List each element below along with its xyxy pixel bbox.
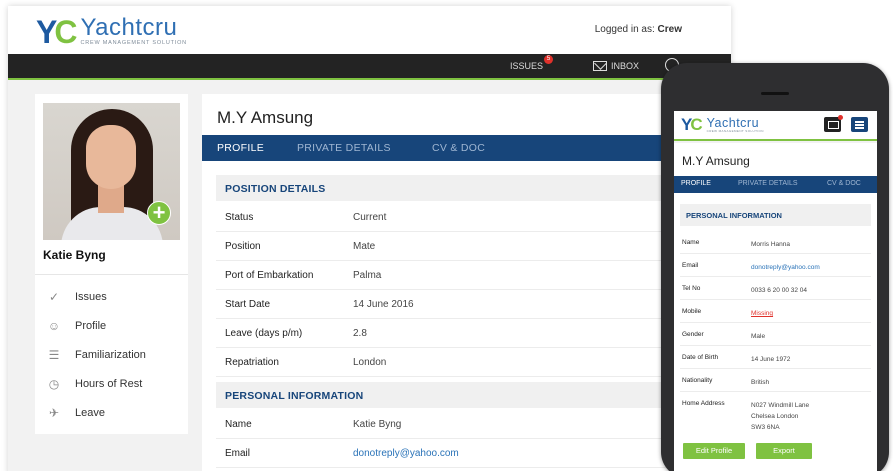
yachtcru-logo[interactable]: YC Yachtcru CREW MANAGEMENT SOLUTION: [681, 116, 764, 133]
vessel-title: M.Y Amsung: [217, 108, 314, 127]
desktop-window: YC Yachtcru CREW MANAGEMENT SOLUTION Log…: [8, 6, 731, 471]
nav-inbox[interactable]: INBOX: [593, 61, 639, 71]
phone-speaker: [761, 92, 789, 95]
table-row: Nationality British: [680, 369, 871, 392]
add-photo-button[interactable]: +: [147, 201, 171, 225]
phone-screen: YC Yachtcru CREW MANAGEMENT SOLUTION M.Y…: [674, 111, 877, 471]
hamburger-menu-icon[interactable]: [851, 117, 868, 132]
profile-tabs: PROFILE PRIVATE DETAILS CV & DOC: [202, 135, 731, 161]
position-details-header: POSITION DETAILS: [216, 175, 731, 201]
table-row: Status Current: [216, 203, 731, 232]
mobile-header: YC Yachtcru CREW MANAGEMENT SOLUTION: [674, 111, 877, 141]
check-icon: ✓: [48, 290, 60, 304]
table-row: Gender Male: [680, 323, 871, 346]
yachtcru-logo[interactable]: YC Yachtcru CREW MANAGEMENT SOLUTION: [36, 13, 187, 50]
table-row: Position Mate: [216, 232, 731, 261]
sidebar-item-familiarization[interactable]: ☰ Familiarization: [45, 348, 146, 362]
export-button[interactable]: Export: [756, 443, 812, 459]
top-navbar: ISSUES 5 INBOX: [8, 54, 731, 80]
table-row: Start Date 14 June 2016: [216, 290, 731, 319]
logo-mark: YC: [36, 13, 77, 50]
plane-icon: ✈: [48, 406, 60, 420]
table-row: Mobile Missing: [680, 300, 871, 323]
personal-information-header: PERSONAL INFORMATION: [216, 382, 731, 408]
tab-profile[interactable]: PROFILE: [217, 142, 264, 154]
tab-cv-doc[interactable]: CV & DOC: [432, 142, 485, 154]
tab-profile[interactable]: PROFILE: [681, 180, 711, 187]
sidebar-item-profile[interactable]: ☺ Profile: [45, 319, 106, 333]
table-row: Email donotreply@yahoo.com: [216, 439, 731, 468]
edit-profile-button[interactable]: Edit Profile: [683, 443, 745, 459]
mail-icon[interactable]: [824, 115, 843, 132]
nav-issues[interactable]: ISSUES 5: [510, 55, 553, 71]
divider: [35, 274, 188, 275]
sidebar-item-hours-of-rest[interactable]: ◷ Hours of Rest: [45, 377, 143, 391]
table-row: Leave (days p/m) 2.8: [216, 319, 731, 348]
table-row: Email donotreply@yahoo.com: [680, 254, 871, 277]
logo-name: Yachtcru: [80, 14, 178, 41]
table-row: Name Katie Byng: [216, 410, 731, 439]
tab-cv-doc[interactable]: CV & DOC: [827, 180, 861, 187]
tab-private-details[interactable]: PRIVATE DETAILS: [738, 180, 798, 187]
logo-tagline: CREW MANAGEMENT SOLUTION: [80, 40, 187, 46]
profile-sidebar: + Katie Byng ✓ Issues ☺ Profile ☰ Famili…: [35, 94, 188, 434]
table-row: Tel No 0033 6 20 00 32 04: [680, 277, 871, 300]
clock-icon: ◷: [48, 377, 60, 391]
table-row: Repatriation London: [216, 348, 731, 377]
issues-count-badge: 5: [544, 55, 553, 64]
sidebar-item-leave[interactable]: ✈ Leave: [45, 406, 105, 420]
list-icon: ☰: [48, 348, 60, 362]
user-icon: ☺: [47, 319, 61, 333]
table-row: Name Morris Hanna: [680, 231, 871, 254]
profile-main-panel: M.Y Amsung PROFILE PRIVATE DETAILS CV & …: [202, 94, 731, 471]
email-link[interactable]: donotreply@yahoo.com: [751, 262, 820, 273]
mail-icon: [593, 61, 607, 71]
tab-private-details[interactable]: PRIVATE DETAILS: [297, 142, 391, 154]
phone-frame: YC Yachtcru CREW MANAGEMENT SOLUTION M.Y…: [661, 63, 889, 471]
login-status: Logged in as: Crew: [594, 24, 682, 35]
personal-information-header: PERSONAL INFORMATION: [680, 204, 871, 226]
table-row: Home Address N027 Windmill Lane Chelsea …: [682, 400, 810, 431]
login-user: Crew: [657, 24, 682, 35]
profile-name: Katie Byng: [43, 248, 106, 262]
desktop-header: YC Yachtcru CREW MANAGEMENT SOLUTION Log…: [8, 6, 731, 54]
mobile-body: M.Y Amsung PROFILE PRIVATE DETAILS CV & …: [674, 143, 877, 471]
table-row: Port of Embarkation Palma: [216, 261, 731, 290]
profile-tabs: PROFILE PRIVATE DETAILS CV & DOC: [674, 176, 877, 193]
vessel-title: M.Y Amsung: [682, 154, 750, 168]
table-row: Date of Birth 14 June 1972: [680, 346, 871, 369]
missing-link[interactable]: Missing: [751, 308, 773, 319]
sidebar-item-issues[interactable]: ✓ Issues: [45, 290, 107, 304]
email-link[interactable]: donotreply@yahoo.com: [353, 448, 459, 459]
